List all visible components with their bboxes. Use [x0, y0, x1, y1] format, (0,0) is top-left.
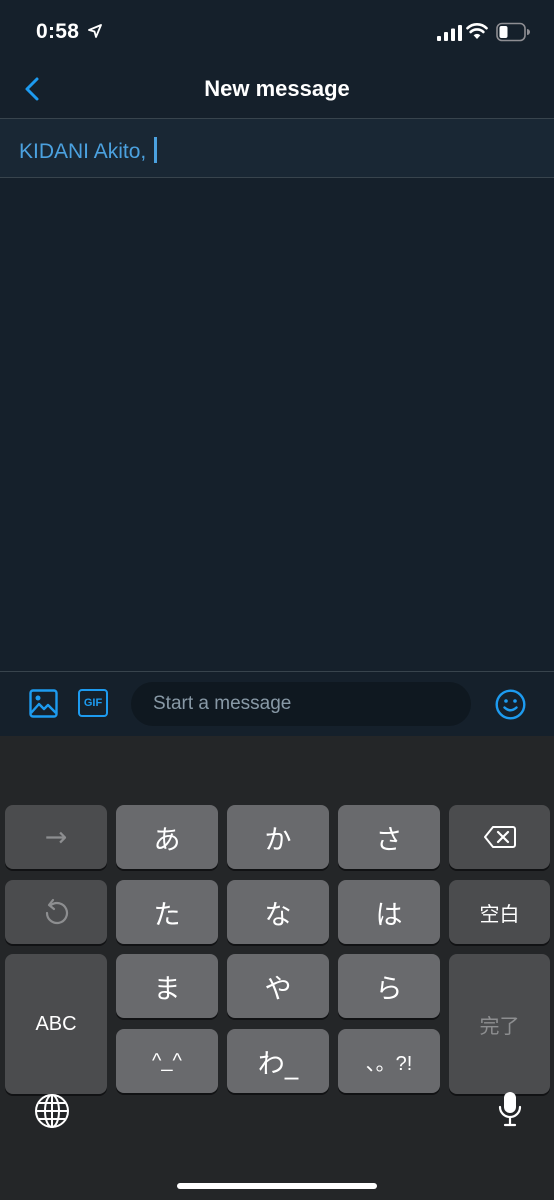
backspace-key[interactable] [449, 805, 550, 869]
microphone-icon[interactable] [497, 1091, 523, 1127]
key-wa[interactable]: わ_ [227, 1029, 329, 1093]
key-ka[interactable]: か [227, 805, 329, 869]
nav-bar: New message [0, 64, 554, 119]
signal-icon [437, 25, 462, 41]
recipient-chip-text: KIDANI Akito, [19, 137, 158, 164]
location-arrow-icon [88, 24, 102, 38]
abc-key[interactable]: ABC [5, 954, 107, 1094]
backspace-icon [483, 826, 516, 848]
key-ma[interactable]: ま [116, 954, 218, 1018]
page-title: New message [204, 76, 350, 101]
compose-bar: GIF [0, 671, 554, 737]
key-ha[interactable]: は [338, 880, 440, 944]
image-icon[interactable] [29, 689, 58, 718]
emoji-icon[interactable] [495, 689, 526, 720]
space-key[interactable]: 空白 [449, 880, 550, 944]
key-ya[interactable]: や [227, 954, 329, 1018]
key-a[interactable]: あ [116, 805, 218, 869]
recipient-field[interactable]: KIDANI Akito, [0, 119, 554, 178]
key-ra[interactable]: ら [338, 954, 440, 1018]
key-na[interactable]: な [227, 880, 329, 944]
globe-icon[interactable] [34, 1093, 70, 1129]
home-indicator[interactable] [177, 1183, 377, 1189]
undo-icon [45, 898, 69, 925]
kaomoji-key[interactable]: ^_^ [116, 1029, 218, 1093]
status-bar: 0:58 [0, 0, 554, 64]
punctuation-key[interactable]: 、。?! [338, 1029, 440, 1093]
text-cursor [154, 137, 158, 163]
next-candidate-key[interactable]: → [5, 805, 107, 869]
gif-icon[interactable]: GIF [78, 689, 108, 717]
message-input[interactable] [131, 682, 471, 726]
battery-icon [496, 22, 530, 42]
done-key[interactable]: 完了 [449, 954, 550, 1094]
undo-key[interactable] [5, 880, 107, 944]
key-ta[interactable]: た [116, 880, 218, 944]
key-sa[interactable]: さ [338, 805, 440, 869]
wifi-icon [466, 23, 488, 39]
status-time: 0:58 [36, 20, 80, 43]
